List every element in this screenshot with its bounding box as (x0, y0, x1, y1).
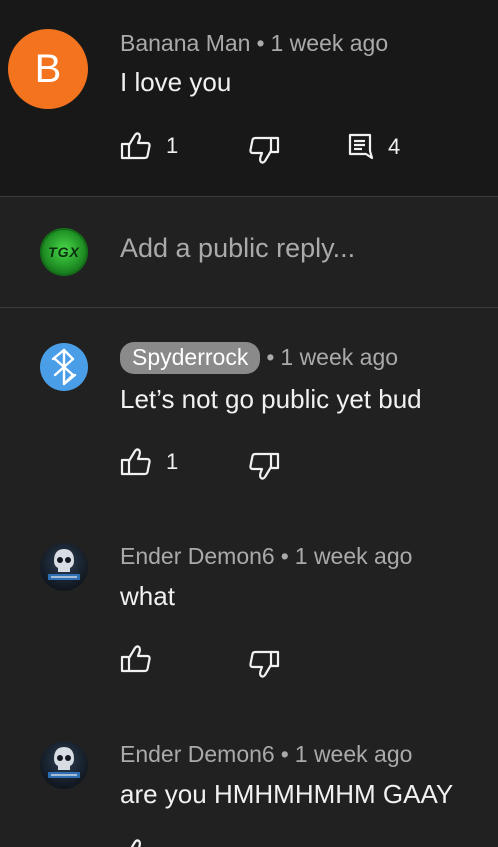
comment-text: what (120, 581, 175, 611)
meta-separator: • (280, 741, 289, 767)
avatar[interactable] (40, 543, 88, 591)
author-name[interactable]: Banana Man (120, 30, 250, 56)
divider (0, 307, 498, 308)
like-count: 1 (166, 449, 179, 474)
comment-text: Let’s not go public yet bud (120, 384, 422, 414)
comment-icon (348, 133, 374, 161)
comment-text: are you HMHMHMHM GAAY (120, 779, 454, 809)
like-button[interactable] (120, 838, 152, 847)
avatar[interactable]: B (8, 29, 88, 109)
avatar[interactable] (40, 343, 88, 391)
timestamp[interactable]: 1 week ago (295, 543, 413, 569)
comment-meta: Spyderrock • 1 week ago (120, 342, 398, 374)
comment-meta: Ender Demon6 • 1 week ago (120, 741, 412, 768)
comment-meta: Ender Demon6 • 1 week ago (120, 543, 412, 570)
bluetooth-icon (49, 347, 79, 387)
avatar: TGX (40, 228, 88, 276)
meta-separator: • (280, 543, 289, 569)
author-name[interactable]: Ender Demon6 (120, 741, 275, 767)
dislike-button[interactable] (248, 451, 280, 481)
thumbs-up-icon (120, 838, 152, 847)
reply-input[interactable]: Add a public reply... (120, 233, 355, 264)
avatar-logo-text: TGX (48, 244, 80, 260)
like-button[interactable] (120, 644, 152, 674)
replies-button[interactable]: 4 (348, 133, 400, 161)
timestamp[interactable]: 1 week ago (271, 30, 389, 56)
comment-meta: Banana Man • 1 week ago (120, 30, 388, 57)
thumbs-up-icon (120, 447, 152, 477)
author-name[interactable]: Ender Demon6 (120, 543, 275, 569)
dislike-button[interactable] (248, 649, 280, 679)
comment-text: I love you (120, 67, 232, 97)
avatar-letter: B (34, 46, 62, 91)
meta-separator: • (266, 344, 275, 370)
thumbs-down-icon (248, 649, 280, 679)
skull-logo-icon (40, 543, 88, 591)
avatar[interactable] (40, 741, 88, 789)
dislike-button[interactable] (248, 135, 280, 165)
timestamp[interactable]: 1 week ago (295, 741, 413, 767)
like-button[interactable]: 1 (120, 447, 178, 477)
meta-separator: • (256, 30, 265, 56)
skull-logo-icon (40, 741, 88, 789)
thumbs-up-icon (120, 644, 152, 674)
thumbs-down-icon (248, 451, 280, 481)
like-button[interactable]: 1 (120, 131, 178, 161)
thumbs-down-icon (248, 135, 280, 165)
timestamp[interactable]: 1 week ago (280, 344, 398, 370)
thumbs-up-icon (120, 131, 152, 161)
comment-thread: B Banana Man • 1 week ago I love you 1 4… (0, 0, 498, 847)
author-name[interactable]: Spyderrock (120, 342, 261, 374)
like-count: 1 (166, 133, 179, 158)
reply-count: 4 (388, 134, 401, 159)
